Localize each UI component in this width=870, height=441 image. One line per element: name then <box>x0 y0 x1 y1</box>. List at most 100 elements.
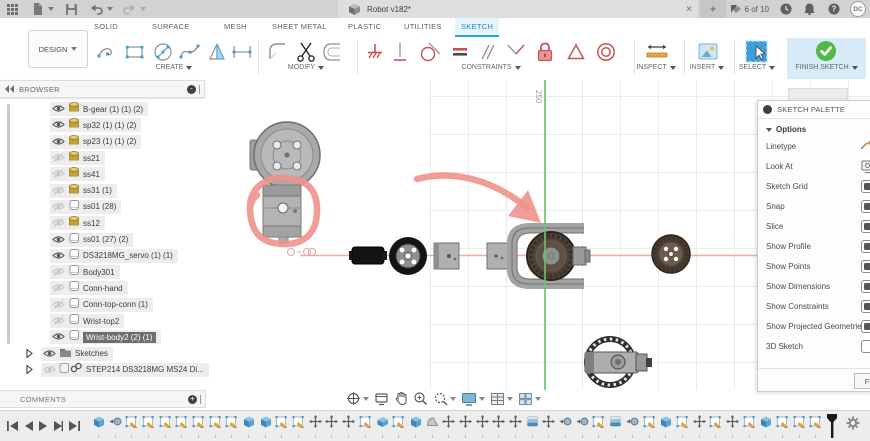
browser-item-ss01[interactable]: ss01 (28) <box>0 199 205 215</box>
browser-item-conn-hand[interactable]: Conn-hand <box>0 280 205 296</box>
undo-icon[interactable] <box>89 2 104 17</box>
spline-tool-icon[interactable] <box>177 39 203 65</box>
expand-arrow-icon[interactable] <box>26 361 33 379</box>
timeline-feature-sketch[interactable] <box>774 415 791 438</box>
sketch-palette-header[interactable]: SKETCH PALETTE <box>758 101 870 119</box>
tab-utilities[interactable]: UTILITIES <box>398 18 448 35</box>
tab-mesh[interactable]: MESH <box>218 18 253 35</box>
timeline-feature-extrude[interactable] <box>374 415 391 438</box>
measure-tool-icon[interactable] <box>644 39 670 65</box>
timeline-feature-move[interactable] <box>724 415 741 438</box>
workspace-design-dropdown[interactable]: DESIGN <box>28 30 88 68</box>
timeline-feature-layers[interactable] <box>607 415 624 438</box>
visibility-eye-icon[interactable] <box>52 279 65 297</box>
visibility-eye-icon[interactable] <box>52 328 65 346</box>
timeline-feature-pin[interactable] <box>624 415 641 438</box>
file-menu-caret-icon[interactable] <box>48 7 54 11</box>
tab-plastic[interactable]: PLASTIC <box>342 18 387 35</box>
viewports-icon[interactable] <box>518 392 541 406</box>
display-settings-icon[interactable] <box>461 392 485 406</box>
browser-header[interactable]: BROWSER - <box>0 80 205 98</box>
clock-icon[interactable] <box>778 2 793 17</box>
browser-item-ss31[interactable]: ss31 (1) <box>0 182 205 198</box>
timeline-feature-move[interactable] <box>491 415 508 438</box>
timeline-feature-box[interactable] <box>657 415 674 438</box>
equal-constraint-icon[interactable] <box>447 39 473 65</box>
browser-item-body301[interactable]: Body301 <box>0 264 205 280</box>
timeline-feature-pin[interactable] <box>557 415 574 438</box>
timeline-feature-move[interactable] <box>507 415 524 438</box>
line-tool-icon[interactable] <box>95 39 121 65</box>
timeline-feature-sketch[interactable] <box>791 415 808 438</box>
part-cylinder-hub[interactable] <box>263 185 301 243</box>
lock-constraint-icon[interactable] <box>532 39 558 65</box>
visibility-eye-icon[interactable] <box>52 133 65 151</box>
offset-tool-icon[interactable] <box>320 39 346 65</box>
tab-sketch[interactable]: SKETCH <box>455 18 499 37</box>
checkbox-unchecked[interactable] <box>861 340 870 358</box>
timeline-feature-box[interactable] <box>758 415 775 438</box>
timeline-feature-box[interactable] <box>257 415 274 438</box>
timeline-feature-move[interactable] <box>541 415 558 438</box>
save-icon[interactable] <box>64 2 79 17</box>
timeline-feature-sketch[interactable] <box>591 415 608 438</box>
perpendicular-constraint-icon[interactable] <box>503 39 529 65</box>
timeline-feature-sketch[interactable] <box>707 415 724 438</box>
browser-options-icon[interactable]: - <box>187 85 196 94</box>
browser-item-ds3218mg_servo[interactable]: DS3218MG_servo (1) (1) <box>0 248 205 264</box>
file-new-icon[interactable] <box>30 2 45 17</box>
insert-canvas-icon[interactable] <box>695 39 721 65</box>
timeline-feature-sketch[interactable] <box>357 415 374 438</box>
panel-resize-handle[interactable] <box>199 85 200 94</box>
timeline-feature-sketch[interactable] <box>641 415 658 438</box>
timeline-feature-sketch[interactable] <box>674 415 691 438</box>
visibility-eye-icon[interactable] <box>43 345 56 363</box>
part-servo-with-gear-ring[interactable] <box>585 339 652 385</box>
inspect-group-label[interactable]: INSPECT <box>630 64 682 71</box>
visibility-eye-icon[interactable] <box>52 116 65 134</box>
timeline-feature-sketch[interactable] <box>140 415 157 438</box>
timeline-feature-sketch[interactable] <box>808 415 825 438</box>
timeline-feature-move[interactable] <box>474 415 491 438</box>
playback-skip-start-button[interactable] <box>7 418 18 436</box>
playback-skip-end-button[interactable] <box>69 418 80 436</box>
timeline-feature-sketch[interactable] <box>274 415 291 438</box>
pan-icon[interactable] <box>394 391 408 406</box>
redo-icon[interactable] <box>122 2 137 17</box>
timeline-settings-gear-icon[interactable] <box>846 416 860 430</box>
palette-finish-button[interactable]: Fin <box>854 373 870 389</box>
timeline-feature-move[interactable] <box>324 415 341 438</box>
fillet-tool-icon[interactable] <box>265 39 291 65</box>
visibility-eye-icon[interactable] <box>52 312 65 330</box>
visibility-eye-icon[interactable] <box>52 182 65 200</box>
finish-sketch-button[interactable] <box>787 38 866 79</box>
fix-constraint-icon[interactable] <box>362 39 388 65</box>
mirror-tool-icon[interactable] <box>204 39 230 65</box>
midpoint-constraint-icon[interactable] <box>563 39 589 65</box>
undo-caret-icon[interactable] <box>107 7 113 11</box>
comments-resize-handle[interactable] <box>200 395 201 404</box>
browser-item-ss41[interactable]: ss41 <box>0 166 205 182</box>
expand-arrow-icon[interactable] <box>26 345 33 363</box>
timeline-feature-sketch[interactable] <box>207 415 224 438</box>
insert-group-label[interactable]: INSERT <box>682 64 732 71</box>
close-tab-icon[interactable]: × <box>686 4 692 15</box>
visibility-eye-icon[interactable] <box>52 149 65 167</box>
finish-sketch-group-label[interactable]: FINISH SKETCH <box>787 64 866 71</box>
timeline-feature-sketch[interactable] <box>157 415 174 438</box>
tab-solid[interactable]: SOLID <box>88 18 124 35</box>
browser-item-wrist-top2[interactable]: Wrist-top2 <box>0 313 205 329</box>
timeline-feature-sketch[interactable] <box>190 415 207 438</box>
visibility-eye-icon[interactable] <box>52 247 65 265</box>
browser-item-step214[interactable]: STEP214 DS3218MG MS24 Di... <box>0 362 205 378</box>
visibility-eye-icon[interactable] <box>52 198 65 216</box>
browser-item-sp23[interactable]: sp23 (1) (1) (2) <box>0 134 205 150</box>
fit-icon[interactable] <box>433 391 456 406</box>
constraints-group-label[interactable]: CONSTRAINTS <box>362 64 620 71</box>
palette-options-section[interactable]: Options <box>758 119 870 136</box>
browser-item-b-gear[interactable]: B-gear (1) (1) (2) <box>0 101 205 117</box>
timeline-feature-pin[interactable] <box>107 415 124 438</box>
part-brown-gear-disc[interactable] <box>652 235 690 273</box>
select-group-label[interactable]: SELECT <box>732 64 782 71</box>
browser-item-sp32[interactable]: sp32 (1) (1) (2) <box>0 117 205 133</box>
